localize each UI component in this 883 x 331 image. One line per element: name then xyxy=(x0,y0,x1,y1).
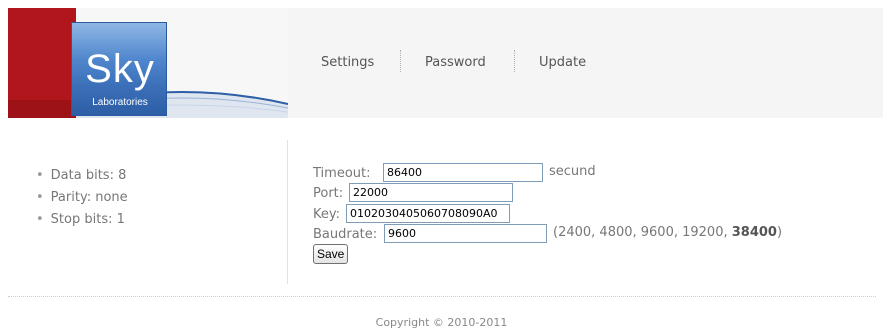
footer-divider xyxy=(8,296,876,297)
baudrate-options-close: ) xyxy=(776,225,783,240)
timeout-row: Timeout: secund xyxy=(313,162,596,182)
nav-password[interactable]: Password xyxy=(425,55,486,70)
serial-info-list: Data bits: 8 Parity: none Stop bits: 1 xyxy=(36,165,128,231)
key-input[interactable] xyxy=(346,204,510,223)
info-data-bits: Data bits: 8 xyxy=(36,165,128,187)
timeout-unit: secund xyxy=(549,164,596,179)
red-accent-bar xyxy=(8,8,76,118)
logo-box: Sky Laboratories xyxy=(71,22,167,116)
nav-separator xyxy=(514,50,515,72)
timeout-label: Timeout: xyxy=(313,166,371,181)
key-label: Key: xyxy=(313,207,341,222)
baudrate-input[interactable] xyxy=(384,224,547,243)
port-input[interactable] xyxy=(349,183,513,202)
baudrate-label: Baudrate: xyxy=(313,227,378,242)
nav-settings[interactable]: Settings xyxy=(321,55,374,70)
nav-separator xyxy=(400,50,401,72)
footer-copyright: Copyright © 2010-2011 xyxy=(375,316,508,329)
timeout-input[interactable] xyxy=(383,163,543,182)
baudrate-options: (2400, 4800, 9600, 19200, 38400) xyxy=(553,223,782,243)
logo[interactable]: Sky Laboratories xyxy=(8,8,288,118)
info-stop-bits: Stop bits: 1 xyxy=(36,209,128,231)
logo-brand-text: Sky xyxy=(85,47,155,91)
key-row: Key: xyxy=(313,203,510,223)
nav-update[interactable]: Update xyxy=(539,55,586,70)
logo-subtitle-text: Laboratories xyxy=(92,97,148,108)
top-nav: Settings Password Update xyxy=(288,8,883,118)
baudrate-options-current: 38400 xyxy=(731,225,777,240)
save-button[interactable]: Save xyxy=(313,244,349,264)
info-parity: Parity: none xyxy=(36,187,128,209)
port-row: Port: xyxy=(313,182,513,202)
serial-info-panel: Data bits: 8 Parity: none Stop bits: 1 xyxy=(0,140,288,284)
port-label: Port: xyxy=(313,186,344,201)
baudrate-options-text: (2400, 4800, 9600, 19200, xyxy=(553,225,732,240)
header: Sky Laboratories Settings Password Updat… xyxy=(0,0,883,118)
baudrate-row: Baudrate: (2400, 4800, 9600, 19200, 3840… xyxy=(313,223,782,243)
